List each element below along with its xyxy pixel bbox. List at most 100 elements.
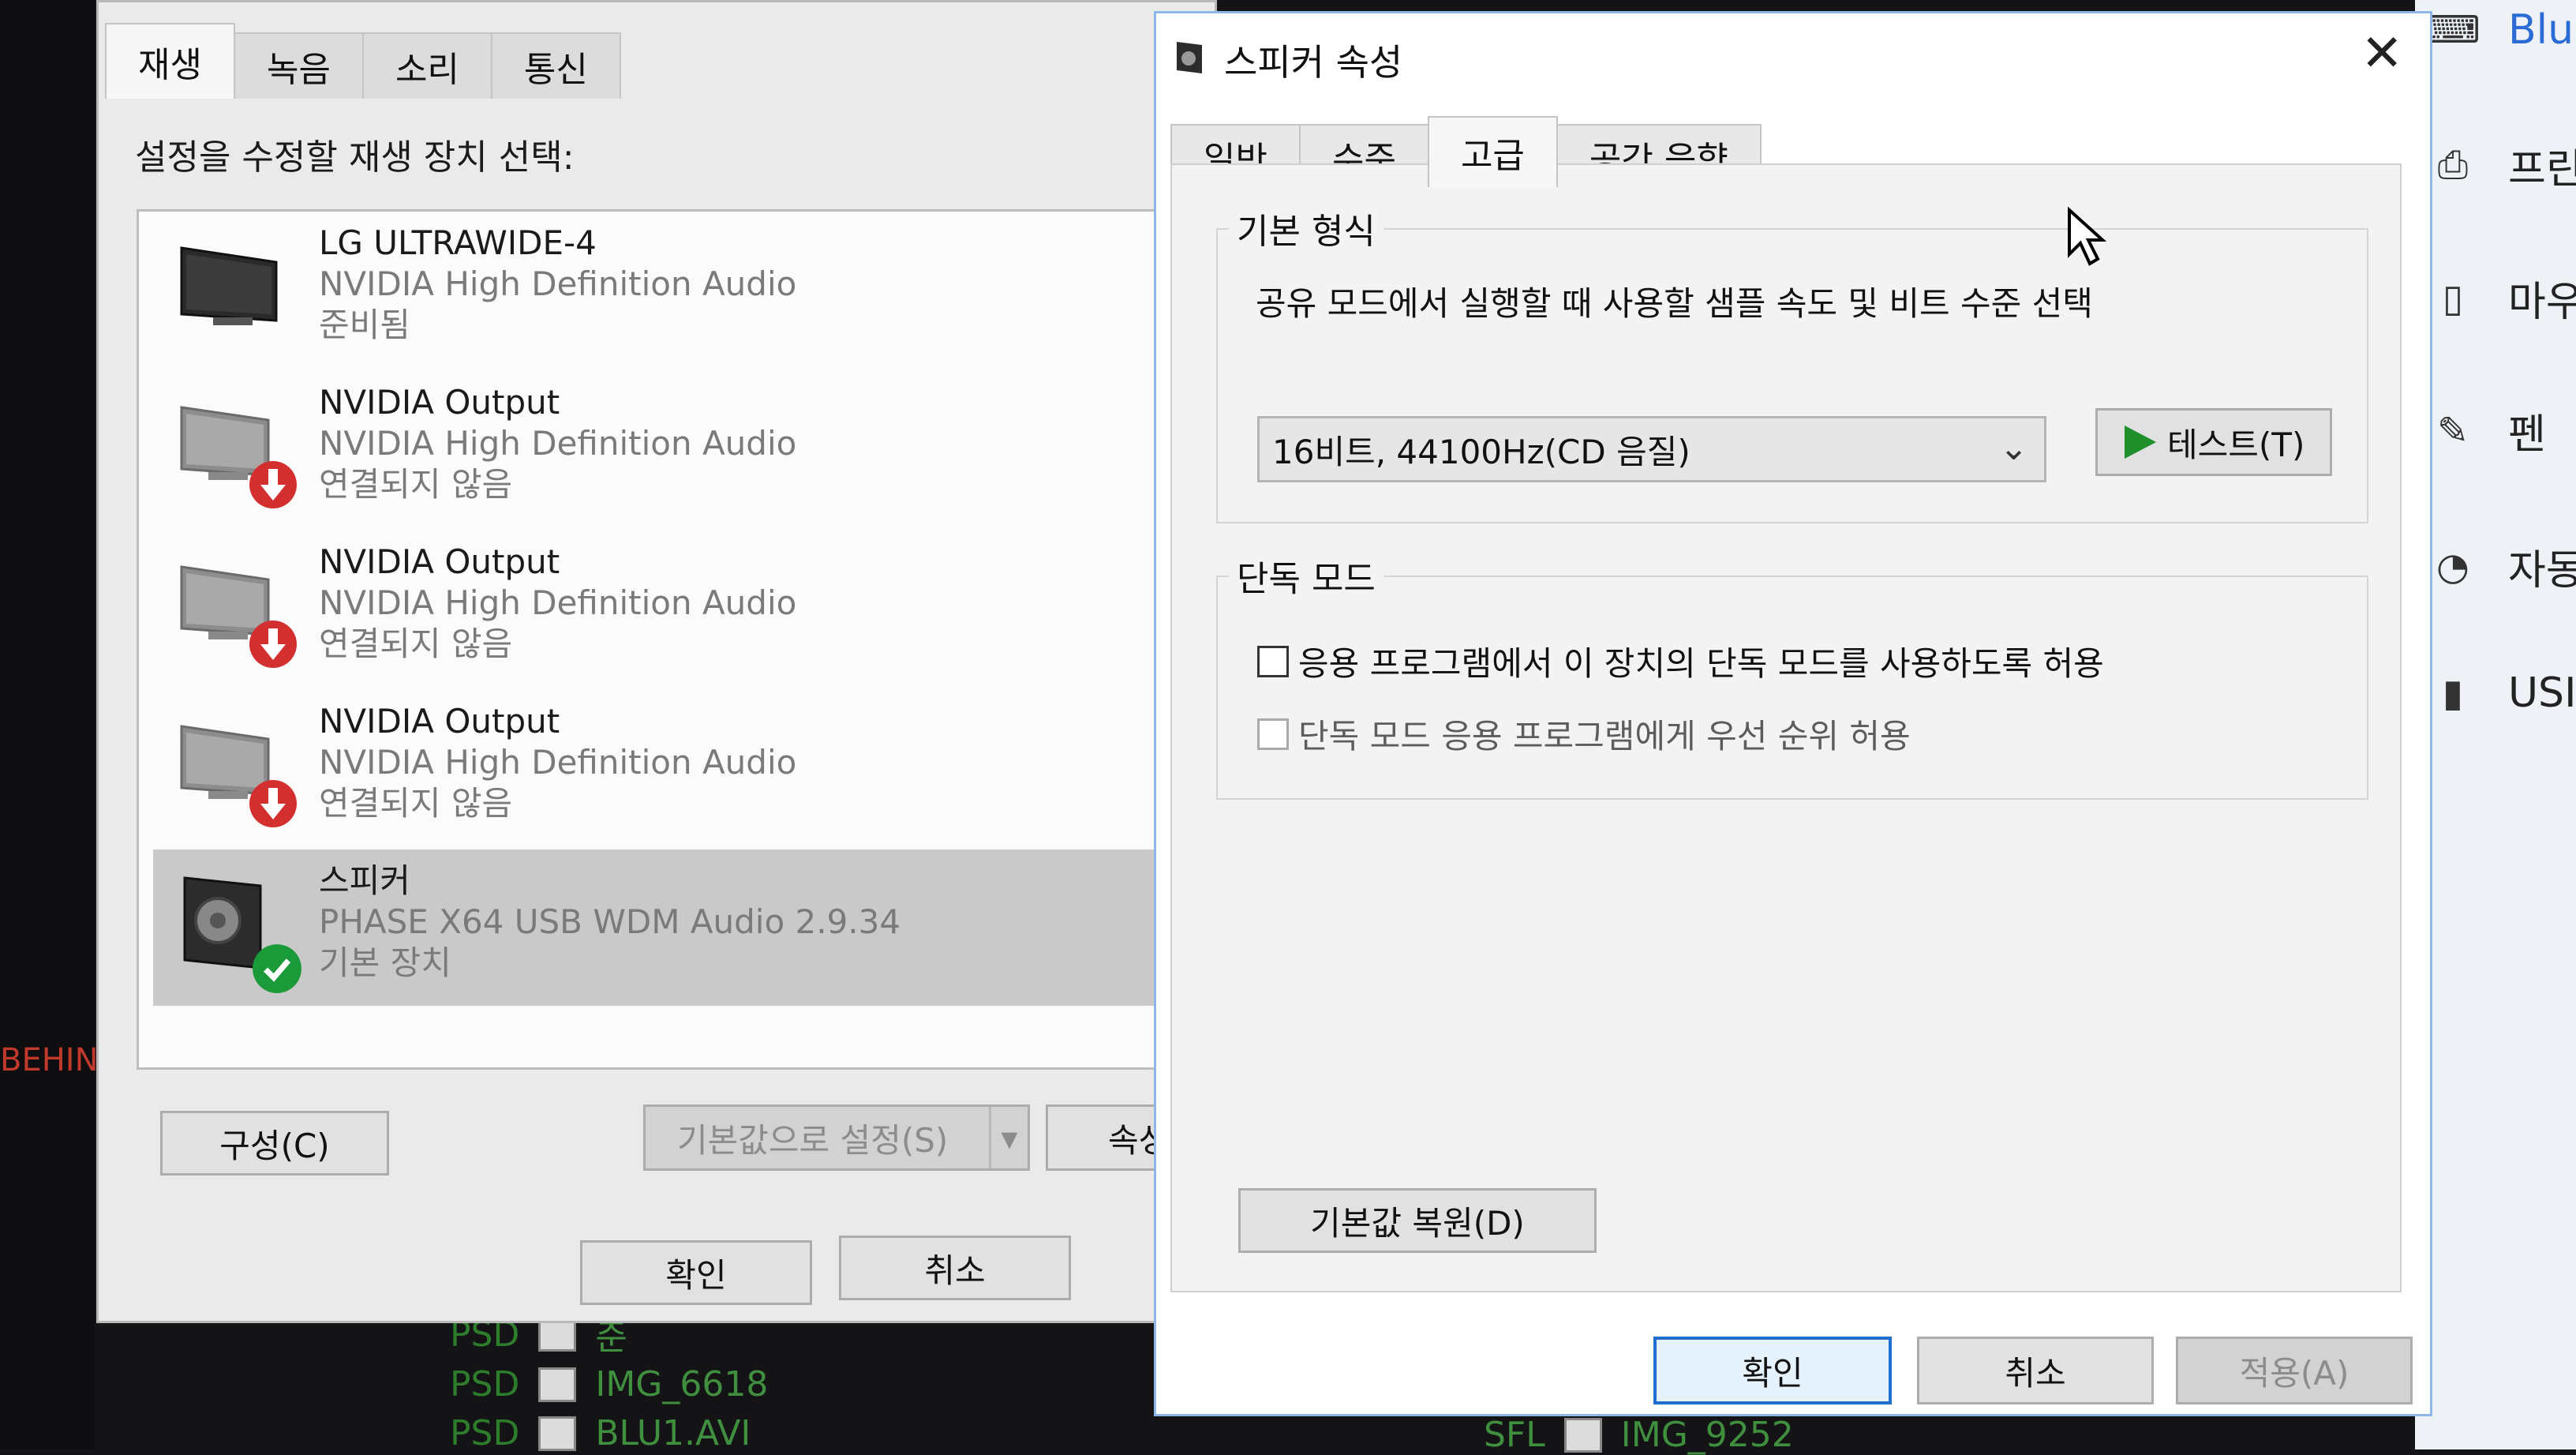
speaker-app-icon <box>1177 42 1202 73</box>
settings-item-pen[interactable]: ✎ 펜 <box>2429 401 2546 460</box>
device-status: 연결되지 않음 <box>319 624 513 663</box>
monitor-icon <box>180 246 278 325</box>
allow-exclusive-checkbox[interactable] <box>1257 645 1289 677</box>
file-type: PSD <box>450 1364 520 1404</box>
device-driver: NVIDIA High Definition Audio <box>319 743 797 782</box>
advanced-tab-content: 기본 형식 공유 모드에서 실행할 때 사용할 샘플 속도 및 비트 수준 선택… <box>1170 163 2402 1292</box>
settings-sidebar: ⌨ Blu ⎙ 프린 ▯ 마우 ✎ 펜 ◔ 자동 ▮ USI <box>2415 0 2576 1449</box>
dropdown-value: 16비트, 44100Hz(CD 음질) <box>1272 432 1690 471</box>
device-name: 스피커 <box>319 861 410 900</box>
tab-recording[interactable]: 녹음 <box>233 32 364 99</box>
device-item[interactable]: NVIDIA Output NVIDIA High Definition Aud… <box>153 531 1258 687</box>
chevron-down-icon[interactable]: ▾ <box>989 1107 1028 1168</box>
settings-item-label: 마우 <box>2508 279 2576 326</box>
ok-button[interactable]: 확인 <box>580 1240 812 1305</box>
usb-icon: ▮ <box>2442 671 2464 715</box>
mouse-icon: ▯ <box>2442 276 2464 321</box>
device-select-prompt: 설정을 수정할 재생 장치 선택: <box>135 137 575 178</box>
tab-playback[interactable]: 재생 <box>105 23 235 99</box>
device-text: LG ULTRAWIDE-4 NVIDIA High Definition Au… <box>319 223 796 346</box>
exclusive-priority-checkbox-row[interactable]: 단독 모드 응용 프로그램에게 우선 순위 허용 <box>1257 710 1911 758</box>
device-text: 스피커 PHASE X64 USB WDM Audio 2.9.34 기본 장치 <box>319 861 900 984</box>
exclusive-mode-group: 단독 모드 응용 프로그램에서 이 장치의 단독 모드를 사용하도록 허용 단독… <box>1216 550 2368 800</box>
device-driver: NVIDIA High Definition Audio <box>319 424 797 463</box>
autoplay-icon: ◔ <box>2436 544 2469 589</box>
tab-communications[interactable]: 통신 <box>490 32 621 99</box>
image-file-icon <box>538 1367 577 1402</box>
file-type: PSD <box>450 1413 520 1453</box>
group-title: 단독 모드 <box>1229 550 1383 601</box>
settings-item-printers[interactable]: ⎙ 프린 <box>2429 136 2576 195</box>
close-icon[interactable]: ✕ <box>2361 24 2403 83</box>
settings-item-autoplay[interactable]: ◔ 자동 <box>2429 537 2576 596</box>
settings-item-bluetooth[interactable]: ⌨ Blu <box>2425 6 2574 54</box>
video-file-icon <box>538 1416 577 1451</box>
cancel-button[interactable]: 취소 <box>839 1236 1071 1300</box>
device-status: 연결되지 않음 <box>319 465 513 504</box>
exclusive-priority-checkbox[interactable] <box>1257 718 1289 750</box>
default-device-check-icon <box>253 944 301 993</box>
device-text: NVIDIA Output NVIDIA High Definition Aud… <box>319 701 796 824</box>
playback-device-list[interactable]: LG ULTRAWIDE-4 NVIDIA High Definition Au… <box>137 209 1258 1070</box>
restore-defaults-button[interactable]: 기본값 복원(D) <box>1238 1188 1597 1253</box>
device-status: 기본 장치 <box>319 943 451 982</box>
sample-format-dropdown[interactable]: 16비트, 44100Hz(CD 음질) ⌄ <box>1257 416 2046 482</box>
device-item[interactable]: LG ULTRAWIDE-4 NVIDIA High Definition Au… <box>153 212 1258 368</box>
cancel-button[interactable]: 취소 <box>1917 1337 2154 1404</box>
sound-dialog: 재생 녹음 소리 통신 설정을 수정할 재생 장치 선택: LG ULTRAWI… <box>96 0 1258 1323</box>
format-description: 공유 모드에서 실행할 때 사용할 샘플 속도 및 비트 수준 선택 <box>1256 284 2093 323</box>
configure-button[interactable]: 구성(C) <box>160 1111 389 1176</box>
chevron-down-icon: ⌄ <box>1999 428 2028 468</box>
mouse-cursor-icon <box>2068 207 2107 266</box>
device-text: NVIDIA Output NVIDIA High Definition Aud… <box>319 542 796 665</box>
pen-icon: ✎ <box>2436 408 2469 453</box>
sound-tabs: 재생 녹음 소리 통신 <box>105 23 621 99</box>
test-label: 테스트(T) <box>2167 425 2305 464</box>
file-row[interactable]: PSD IMG_6618 <box>450 1364 768 1404</box>
device-item[interactable]: NVIDIA Output NVIDIA High Definition Aud… <box>153 371 1258 527</box>
tab-advanced[interactable]: 고급 <box>1427 116 1558 187</box>
device-status: 연결되지 않음 <box>319 784 513 823</box>
desktop-background <box>0 0 95 1449</box>
disconnected-badge-icon <box>249 461 297 508</box>
background-text: BEHIN <box>0 1042 99 1078</box>
device-driver: NVIDIA High Definition Audio <box>319 583 797 622</box>
settings-item-mouse[interactable]: ▯ 마우 <box>2429 268 2576 328</box>
test-button[interactable]: 테스트(T) <box>2095 408 2332 476</box>
set-default-button[interactable]: 기본값으로 설정(S) ▾ <box>643 1104 1030 1171</box>
device-driver: PHASE X64 USB WDM Audio 2.9.34 <box>319 902 901 941</box>
device-name: NVIDIA Output <box>319 383 560 422</box>
file-row[interactable]: SFL IMG_9252 <box>1484 1415 1794 1455</box>
apply-button[interactable]: 적용(A) <box>2176 1337 2413 1404</box>
device-status: 준비됨 <box>319 306 410 344</box>
printer-icon: ⎙ <box>2437 143 2469 187</box>
device-item[interactable]: NVIDIA Output NVIDIA High Definition Aud… <box>153 690 1258 846</box>
settings-item-label: 펜 <box>2508 411 2546 459</box>
set-default-label: 기본값으로 설정(S) <box>677 1120 949 1160</box>
device-name: LG ULTRAWIDE-4 <box>319 223 597 262</box>
settings-item-label: 프린 <box>2508 146 2576 193</box>
device-name: NVIDIA Output <box>319 702 560 741</box>
disconnected-badge-icon <box>249 621 297 668</box>
settings-item-usb[interactable]: ▮ USI <box>2429 669 2576 717</box>
device-text: NVIDIA Output NVIDIA High Definition Aud… <box>319 382 796 505</box>
keyboard-icon: ⌨ <box>2425 8 2481 52</box>
settings-item-label: 자동 <box>2508 547 2576 594</box>
play-icon <box>2125 426 2156 459</box>
tab-sounds[interactable]: 소리 <box>361 32 492 99</box>
speaker-properties-dialog: 스피커 속성 ✕ 일반 수준 고급 공간 음향 기본 형식 공유 모드에서 실행… <box>1154 11 2432 1416</box>
device-driver: NVIDIA High Definition Audio <box>319 264 797 303</box>
image-file-icon <box>1563 1417 1602 1453</box>
file-row[interactable]: PSD BLU1.AVI <box>450 1413 751 1453</box>
device-item-selected[interactable]: 스피커 PHASE X64 USB WDM Audio 2.9.34 기본 장치 <box>153 849 1258 1006</box>
file-name: IMG_6618 <box>595 1364 769 1404</box>
ok-button[interactable]: 확인 <box>1653 1337 1892 1404</box>
settings-item-label: USI <box>2508 669 2576 717</box>
exclusive-priority-label: 단독 모드 응용 프로그램에게 우선 순위 허용 <box>1298 717 1911 756</box>
disconnected-badge-icon <box>249 780 297 827</box>
allow-exclusive-checkbox-row[interactable]: 응용 프로그램에서 이 장치의 단독 모드를 사용하도록 허용 <box>1257 637 2104 685</box>
file-name: BLU1.AVI <box>595 1413 751 1453</box>
default-format-group: 기본 형식 공유 모드에서 실행할 때 사용할 샘플 속도 및 비트 수준 선택… <box>1216 203 2368 523</box>
device-name: NVIDIA Output <box>319 542 560 581</box>
file-type: SFL <box>1484 1415 1545 1455</box>
